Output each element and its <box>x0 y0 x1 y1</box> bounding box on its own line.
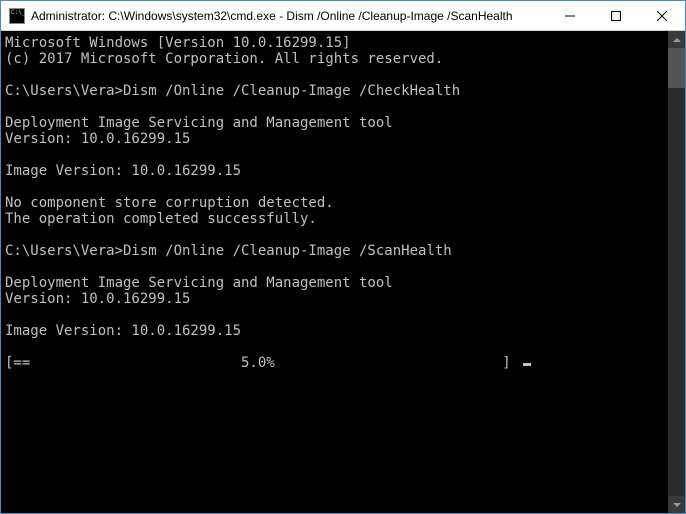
output-line: Deployment Image Servicing and Managemen… <box>5 275 393 291</box>
prompt-line: C:\Users\Vera>Dism /Online /Cleanup-Imag… <box>5 83 460 99</box>
cmd-icon <box>9 8 25 24</box>
close-button[interactable] <box>639 1 685 30</box>
output-line: Image Version: 10.0.16299.15 <box>5 163 241 179</box>
output-line: Version: 10.0.16299.15 <box>5 131 190 147</box>
window-controls <box>547 1 685 30</box>
output-line: Microsoft Windows [Version 10.0.16299.15… <box>5 35 351 51</box>
scroll-down-button[interactable] <box>668 496 685 513</box>
output-line: No component store corruption detected. <box>5 195 334 211</box>
scroll-up-button[interactable] <box>668 31 685 48</box>
output-line: Deployment Image Servicing and Managemen… <box>5 115 393 131</box>
vertical-scrollbar[interactable] <box>668 31 685 513</box>
cmd-window: Administrator: C:\Windows\system32\cmd.e… <box>0 0 686 514</box>
maximize-button[interactable] <box>593 1 639 30</box>
cursor <box>523 363 531 366</box>
progress-line: [== 5.0% ] <box>5 355 519 371</box>
output-line: Version: 10.0.16299.15 <box>5 291 190 307</box>
output-line: Image Version: 10.0.16299.15 <box>5 323 241 339</box>
scrollbar-thumb[interactable] <box>668 48 685 88</box>
minimize-button[interactable] <box>547 1 593 30</box>
terminal-output[interactable]: Microsoft Windows [Version 10.0.16299.15… <box>1 31 668 513</box>
output-line: The operation completed successfully. <box>5 211 317 227</box>
window-title: Administrator: C:\Windows\system32\cmd.e… <box>31 9 547 23</box>
client-area: Microsoft Windows [Version 10.0.16299.15… <box>1 31 685 513</box>
titlebar[interactable]: Administrator: C:\Windows\system32\cmd.e… <box>1 1 685 31</box>
prompt-line: C:\Users\Vera>Dism /Online /Cleanup-Imag… <box>5 243 452 259</box>
output-line: (c) 2017 Microsoft Corporation. All righ… <box>5 51 443 67</box>
